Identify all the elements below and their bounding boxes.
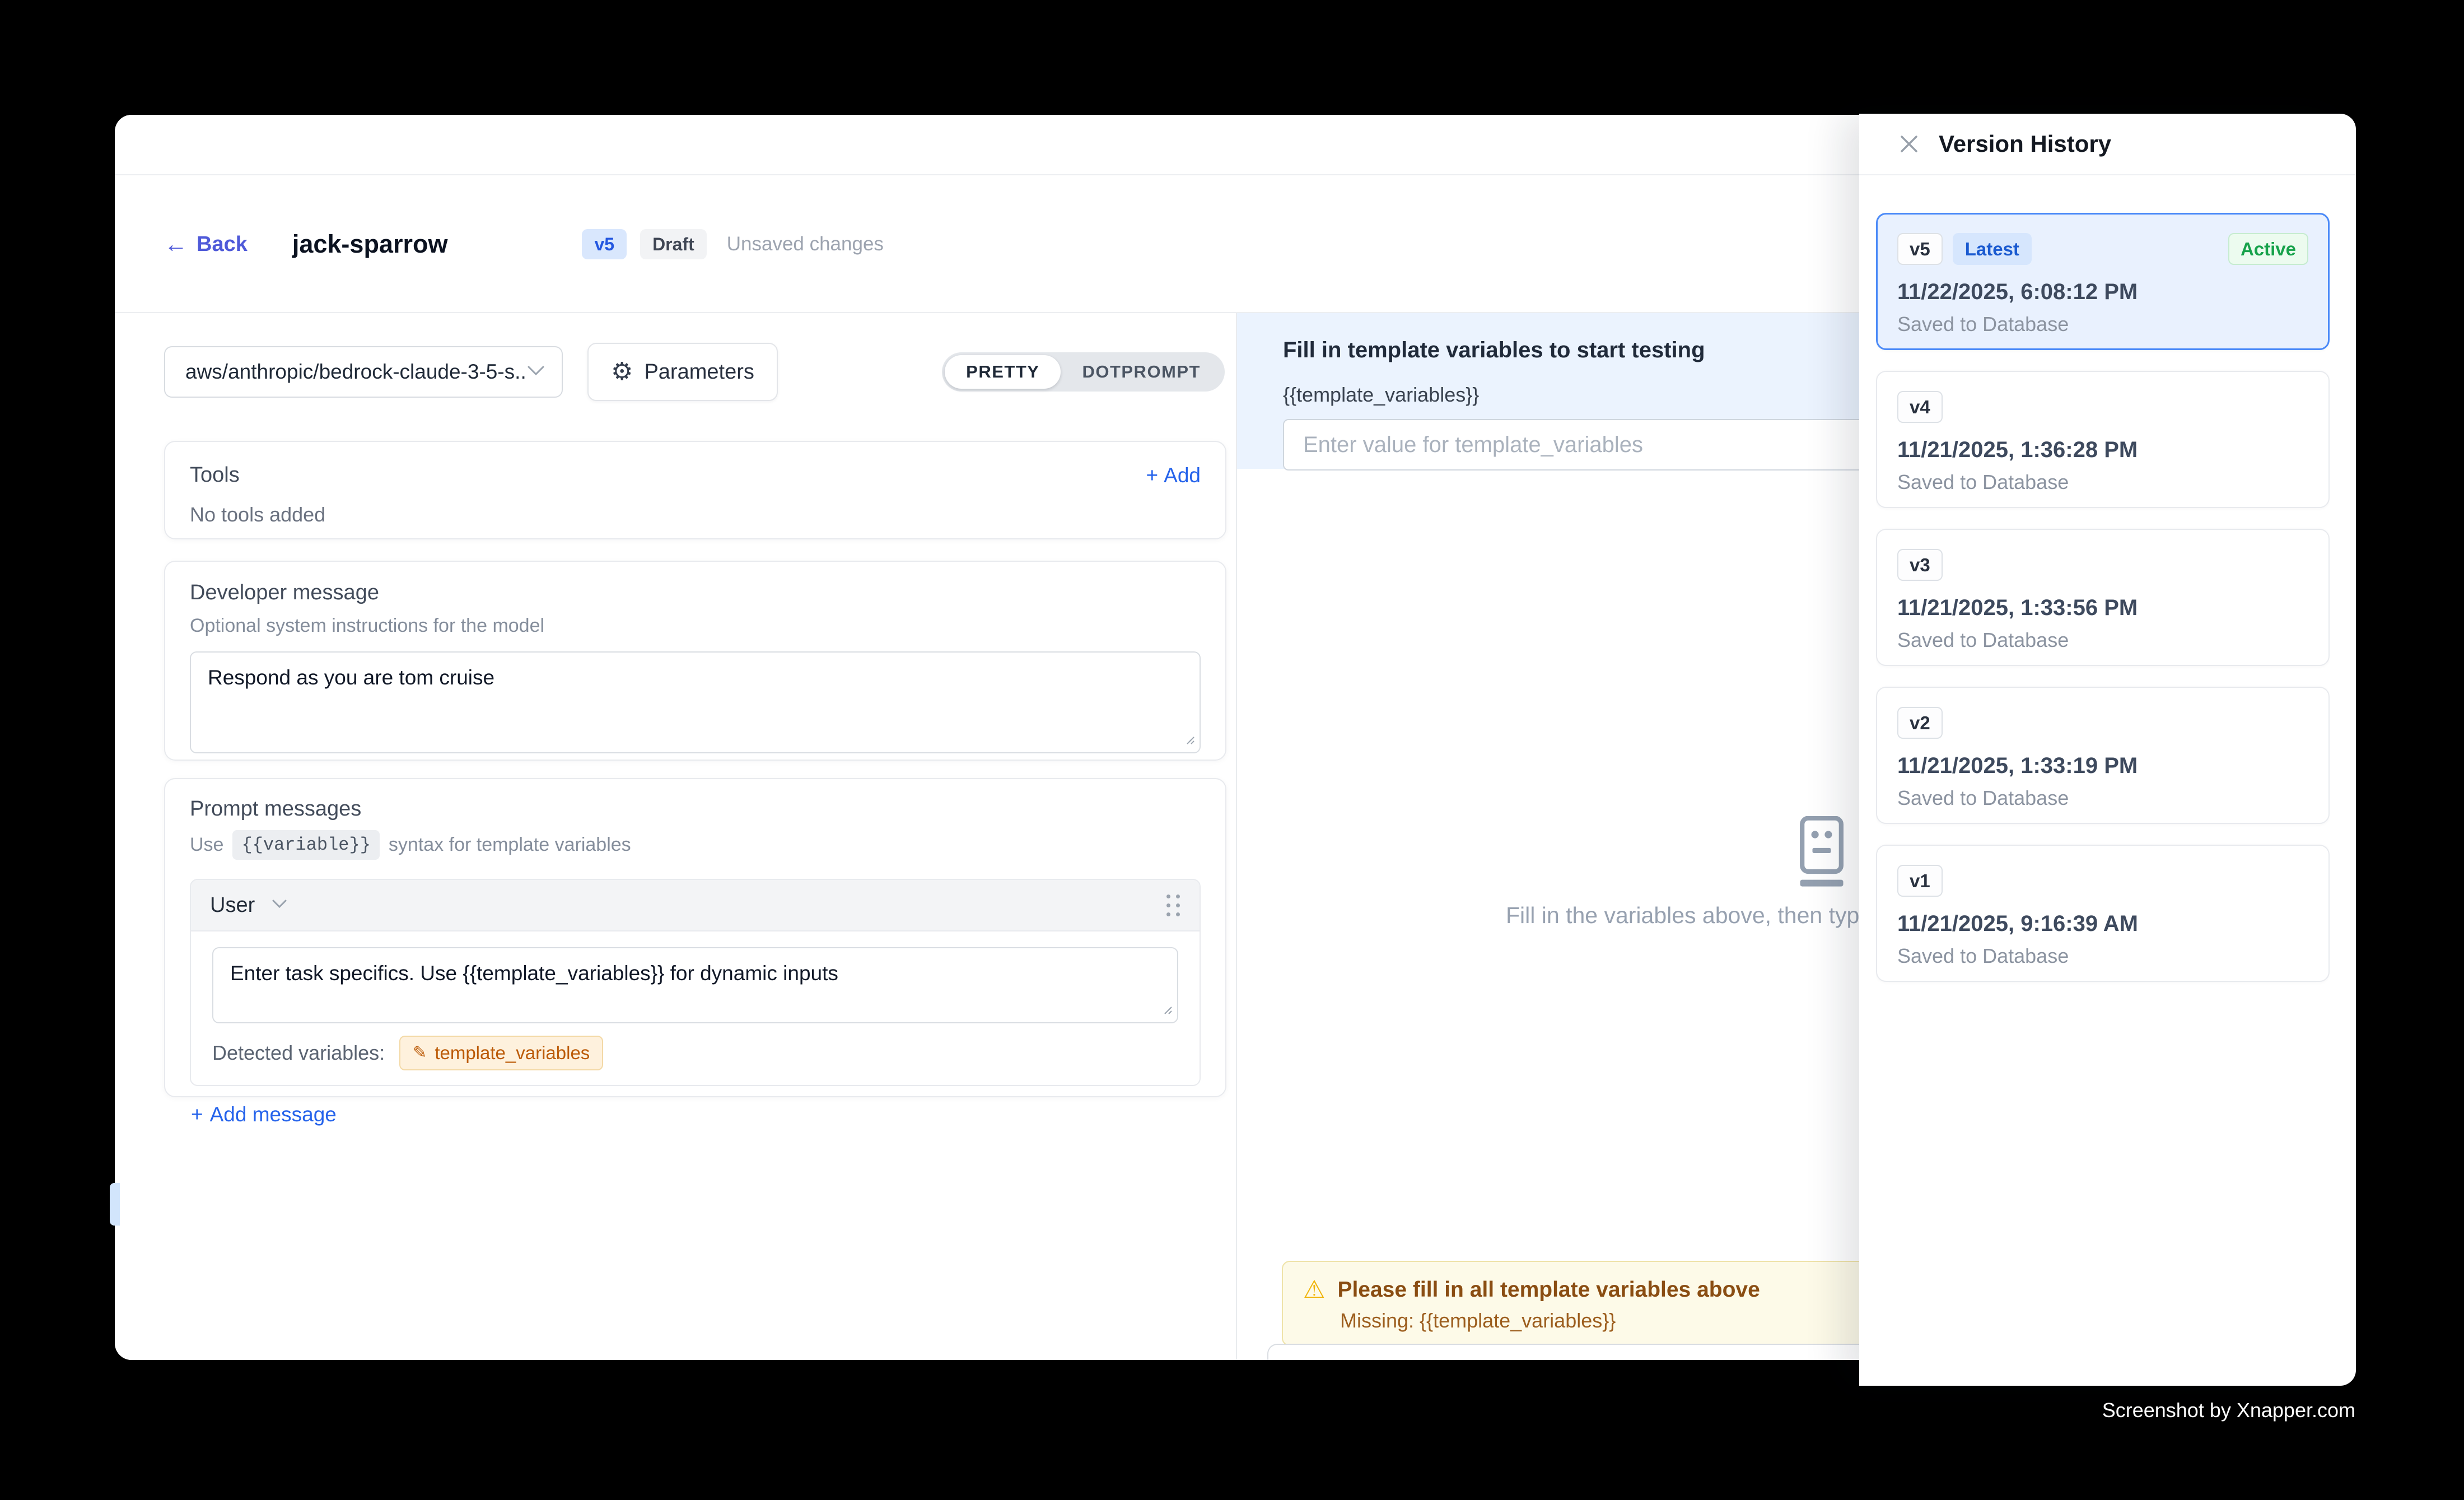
format-toggle: PRETTY DOTPROMPT <box>942 352 1225 392</box>
resize-handle-icon[interactable] <box>1159 1001 1173 1018</box>
toggle-option-pretty[interactable]: PRETTY <box>945 355 1061 389</box>
detected-variables-row: Detected variables: ✎ template_variables <box>191 1023 1200 1085</box>
version-timestamp: 11/21/2025, 9:16:39 AM <box>1897 911 2308 937</box>
version-card-v1[interactable]: v1 11/21/2025, 9:16:39 AM Saved to Datab… <box>1876 845 2330 982</box>
syntax-hint: Use {{variable}} syntax for template var… <box>190 830 1201 860</box>
page-title: jack-sparrow <box>292 230 448 259</box>
add-tool-button[interactable]: + Add <box>1146 464 1201 487</box>
prompt-message-block: User Enter task specifics. Use {{templat… <box>190 879 1201 1086</box>
draft-badge: Draft <box>640 229 707 259</box>
version-saved-status: Saved to Database <box>1897 471 2308 494</box>
close-icon[interactable] <box>1898 133 1920 155</box>
version-saved-status: Saved to Database <box>1897 313 2308 336</box>
gear-icon: ⚙ <box>611 360 633 384</box>
variable-chip[interactable]: ✎ template_variables <box>399 1036 603 1070</box>
empty-state-text: Fill in the variables above, then typ <box>1506 902 1859 929</box>
resize-handle-icon[interactable] <box>1182 732 1195 748</box>
version-timestamp: 11/21/2025, 1:36:28 PM <box>1897 437 2308 463</box>
latest-badge: Latest <box>1953 233 2032 265</box>
prompt-messages-title: Prompt messages <box>190 797 1201 821</box>
prompt-messages-card: Prompt messages Use {{variable}} syntax … <box>164 778 1226 1097</box>
message-role-value: User <box>210 893 255 917</box>
variable-syntax-code: {{variable}} <box>232 830 379 860</box>
developer-message-subtitle: Optional system instructions for the mod… <box>190 615 1201 637</box>
version-history-panel: Version History v5 Latest Active 11/22/2… <box>1859 114 2356 1386</box>
version-saved-status: Saved to Database <box>1897 628 2308 652</box>
bot-icon <box>1789 816 1855 893</box>
version-history-title: Version History <box>1939 131 2111 157</box>
version-timestamp: 11/21/2025, 1:33:56 PM <box>1897 595 2308 621</box>
version-saved-status: Saved to Database <box>1897 786 2308 810</box>
warning-title: Please fill in all template variables ab… <box>1337 1278 1760 1302</box>
active-badge: Active <box>2228 233 2308 265</box>
unsaved-changes-text: Unsaved changes <box>727 233 884 255</box>
pencil-icon: ✎ <box>413 1045 427 1061</box>
back-button[interactable]: ← Back <box>164 232 248 257</box>
version-saved-status: Saved to Database <box>1897 944 2308 968</box>
parameters-label: Parameters <box>644 360 754 384</box>
syntax-suffix: syntax for template variables <box>389 834 631 856</box>
version-card-v3[interactable]: v3 11/21/2025, 1:33:56 PM Saved to Datab… <box>1876 529 2330 666</box>
version-timestamp: 11/22/2025, 6:08:12 PM <box>1897 279 2308 305</box>
version-card-v4[interactable]: v4 11/21/2025, 1:36:28 PM Saved to Datab… <box>1876 371 2330 508</box>
developer-message-title: Developer message <box>190 581 1201 605</box>
warning-icon: ⚠ <box>1303 1278 1325 1302</box>
editor-panel: aws/anthropic/bedrock-claude-3-5-s... ⚙ … <box>115 313 1236 1360</box>
message-header: User <box>191 880 1200 931</box>
plus-icon: + <box>1146 464 1159 487</box>
variable-chip-label: template_variables <box>435 1042 590 1064</box>
back-arrow-icon: ← <box>164 232 188 256</box>
plus-icon: + <box>191 1103 203 1126</box>
version-history-header: Version History <box>1859 114 2356 175</box>
model-select-value: aws/anthropic/bedrock-claude-3-5-s... <box>185 360 527 384</box>
version-tag-badge: v5 <box>1897 233 1943 265</box>
detected-variables-label: Detected variables: <box>212 1041 385 1065</box>
add-message-label: Add message <box>210 1103 337 1126</box>
version-tag-badge: v2 <box>1897 707 1943 739</box>
tools-card: Tools + Add No tools added <box>164 441 1226 539</box>
back-label: Back <box>197 232 248 257</box>
version-tag-badge: v1 <box>1897 865 1943 897</box>
version-tag-badge: v3 <box>1897 549 1943 581</box>
editor-toolbar: aws/anthropic/bedrock-claude-3-5-s... ⚙ … <box>164 342 1225 402</box>
version-card-v2[interactable]: v2 11/21/2025, 1:33:19 PM Saved to Datab… <box>1876 687 2330 824</box>
toggle-option-dotprompt[interactable]: DOTPROMPT <box>1061 355 1222 389</box>
tools-empty-text: No tools added <box>190 503 1201 527</box>
version-card-v5[interactable]: v5 Latest Active 11/22/2025, 6:08:12 PM … <box>1876 213 2330 350</box>
message-role-select[interactable]: User <box>210 893 287 917</box>
version-tag-badge: v4 <box>1897 391 1943 423</box>
model-select[interactable]: aws/anthropic/bedrock-claude-3-5-s... <box>164 346 563 398</box>
tools-title: Tools <box>190 463 240 487</box>
message-content-input[interactable]: Enter task specifics. Use {{template_var… <box>212 947 1178 1023</box>
add-message-button[interactable]: + Add message <box>191 1103 337 1126</box>
version-timestamp: 11/21/2025, 1:33:19 PM <box>1897 753 2308 779</box>
chevron-down-icon <box>272 899 287 912</box>
developer-message-input[interactable]: Respond as you are tom cruise <box>190 651 1201 753</box>
add-tool-label: Add <box>1164 464 1201 487</box>
version-list: v5 Latest Active 11/22/2025, 6:08:12 PM … <box>1876 176 2330 1386</box>
syntax-prefix: Use <box>190 834 223 856</box>
parameters-button[interactable]: ⚙ Parameters <box>587 343 778 401</box>
chevron-down-icon <box>527 365 545 379</box>
background-window-accent <box>110 1183 120 1226</box>
developer-message-card: Developer message Optional system instru… <box>164 561 1226 761</box>
drag-handle-icon[interactable] <box>1166 895 1180 916</box>
version-badge: v5 <box>582 229 627 259</box>
watermark-text: Screenshot by Xnapper.com <box>2102 1399 2355 1422</box>
